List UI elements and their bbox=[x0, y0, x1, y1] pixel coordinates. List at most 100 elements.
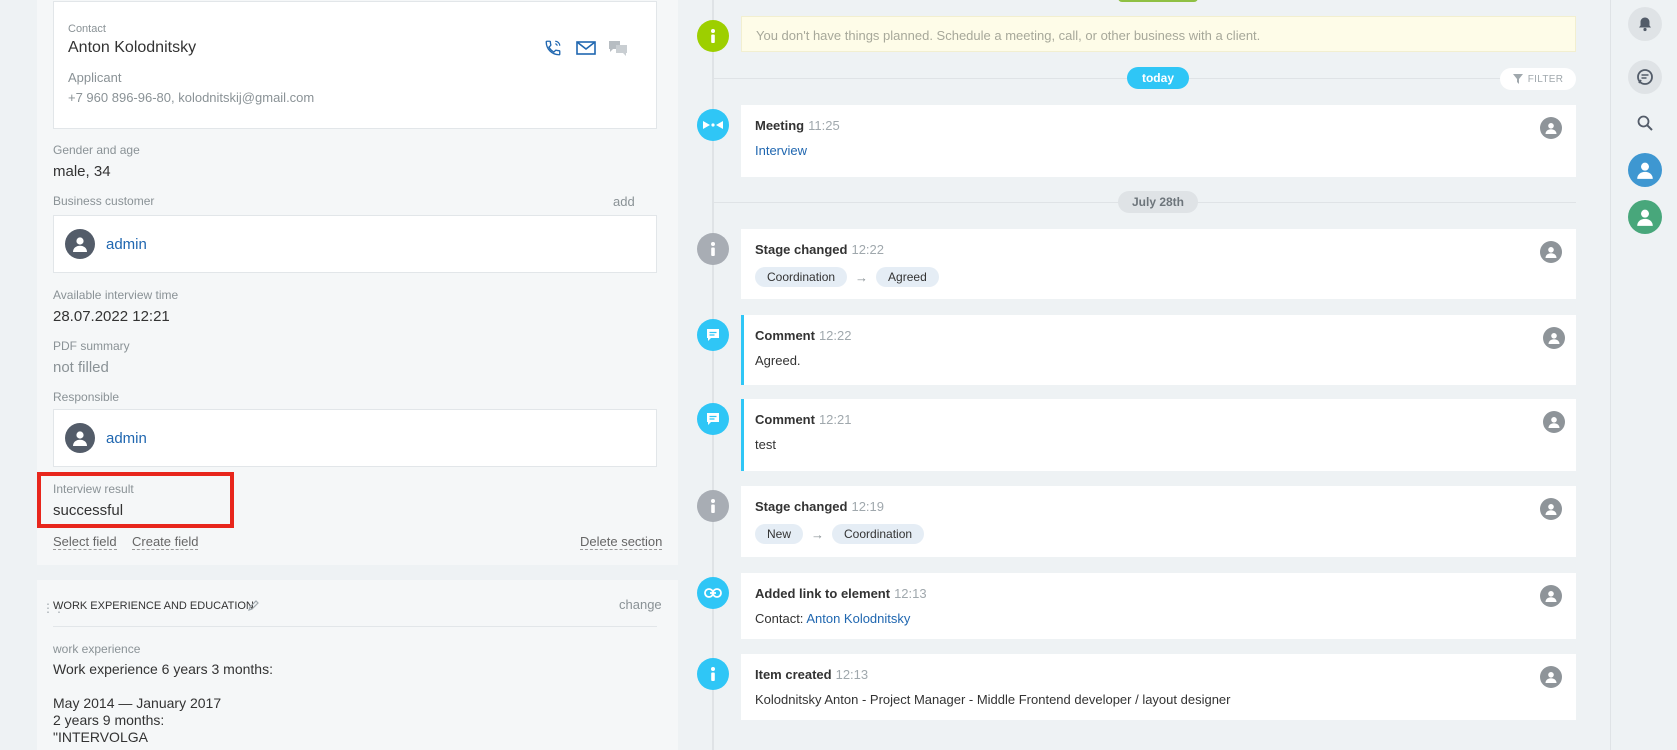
delete-section-link[interactable]: Delete section bbox=[580, 534, 663, 550]
card-title: Meeting 11:25 bbox=[755, 118, 840, 133]
today-pill: today bbox=[1127, 67, 1189, 89]
gender-value: male, 34 bbox=[53, 163, 111, 180]
author-avatar-icon[interactable] bbox=[1540, 498, 1562, 520]
stage-from: Coordination bbox=[755, 267, 848, 287]
author-avatar-icon[interactable] bbox=[1543, 411, 1565, 433]
author-avatar-icon[interactable] bbox=[1540, 585, 1562, 607]
business-customer-card: admin bbox=[53, 215, 657, 273]
contact-name[interactable]: Anton Kolodnitsky bbox=[68, 39, 196, 57]
pdf-summary-value: not filled bbox=[53, 359, 109, 376]
meeting-link[interactable]: Interview bbox=[755, 143, 807, 158]
comment-card[interactable]: Comment 12:22 Agreed. bbox=[741, 315, 1576, 385]
user-avatar-icon[interactable] bbox=[1628, 200, 1662, 234]
user-avatar-icon[interactable] bbox=[1628, 153, 1662, 187]
link-added-body: Contact: Anton Kolodnitsky bbox=[755, 611, 911, 626]
author-avatar-icon[interactable] bbox=[1540, 241, 1562, 263]
interview-result-value: successful bbox=[53, 502, 124, 519]
stage-to: Agreed bbox=[876, 267, 939, 287]
card-title: Added link to element 12:13 bbox=[755, 586, 927, 601]
card-time: 12:19 bbox=[851, 499, 885, 514]
stage-transition: New → Coordination bbox=[755, 524, 925, 544]
link-icon bbox=[697, 577, 729, 609]
stage-to: Coordination bbox=[832, 524, 925, 544]
chat-icon[interactable] bbox=[1628, 60, 1662, 94]
gender-label: Gender and age bbox=[53, 143, 140, 157]
bell-icon[interactable] bbox=[1628, 7, 1662, 41]
author-avatar-icon[interactable] bbox=[1540, 666, 1562, 688]
comment-card[interactable]: Comment 12:21 test bbox=[741, 399, 1576, 471]
work-experience-text: Work experience 6 years 3 months: May 20… bbox=[53, 661, 273, 750]
change-link[interactable]: change bbox=[619, 597, 662, 612]
phone-icon[interactable] bbox=[542, 38, 564, 58]
interview-result-label: Interview result bbox=[53, 482, 134, 496]
author-avatar-icon[interactable] bbox=[1543, 327, 1565, 349]
stage-changed-card[interactable]: Stage changed 12:22 Coordination → Agreed bbox=[741, 229, 1576, 299]
item-created-text: Kolodnitsky Anton - Project Manager - Mi… bbox=[755, 692, 1231, 707]
contact-link[interactable]: Anton Kolodnitsky bbox=[806, 611, 910, 626]
link-added-card[interactable]: Added link to element 12:13 Contact: Anto… bbox=[741, 573, 1576, 639]
entity-details-panel: Contact Anton Kolodnitsky Applicant +7 9… bbox=[37, 0, 678, 750]
work-experience-section: ⋮⋮ Work experience and education change … bbox=[37, 580, 678, 750]
card-title: Stage changed 12:19 bbox=[755, 499, 885, 514]
business-customer-user[interactable]: admin bbox=[106, 236, 147, 253]
contact-info: +7 960 896-96-80, kolodnitskij@gmail.com bbox=[68, 90, 315, 105]
date-pill: July 28th bbox=[1118, 191, 1198, 213]
stage-from: New bbox=[755, 524, 804, 544]
business-customer-add-link[interactable]: add bbox=[613, 194, 635, 209]
filter-icon bbox=[1512, 74, 1523, 84]
card-title: Comment 12:21 bbox=[755, 412, 852, 427]
stage-transition: Coordination → Agreed bbox=[755, 267, 939, 287]
pencil-icon[interactable] bbox=[248, 598, 260, 616]
info-icon bbox=[697, 658, 729, 690]
stage-changed-card[interactable]: Stage changed 12:19 New → Coordination bbox=[741, 486, 1576, 557]
card-title: Item created 12:13 bbox=[755, 667, 869, 682]
user-avatar-icon bbox=[65, 423, 95, 453]
mail-icon[interactable] bbox=[575, 38, 597, 58]
select-field-link[interactable]: Select field bbox=[53, 534, 117, 550]
arrow-icon: → bbox=[811, 526, 825, 542]
info-icon bbox=[697, 490, 729, 522]
section-divider bbox=[53, 626, 657, 627]
interview-time-value: 28.07.2022 12:21 bbox=[53, 308, 170, 325]
section-title: Work experience and education bbox=[53, 600, 254, 612]
right-sidebar bbox=[1610, 0, 1677, 750]
card-time: 12:13 bbox=[894, 586, 927, 601]
responsible-card: admin bbox=[53, 409, 657, 467]
author-avatar-icon[interactable] bbox=[1540, 117, 1562, 139]
responsible-user[interactable]: admin bbox=[106, 430, 147, 447]
no-plans-notice: You don't have things planned. Schedule … bbox=[741, 16, 1576, 52]
info-icon bbox=[697, 20, 729, 52]
card-time: 12:22 bbox=[818, 328, 852, 343]
card-title: Comment 12:22 bbox=[755, 328, 852, 343]
meeting-icon bbox=[697, 109, 729, 141]
contact-label: Contact bbox=[68, 23, 106, 35]
card-time: 12:22 bbox=[851, 242, 885, 257]
card-time: 11:25 bbox=[808, 118, 840, 133]
timeline-top-button[interactable] bbox=[1118, 0, 1198, 2]
create-field-link[interactable]: Create field bbox=[132, 534, 199, 550]
filter-button[interactable]: FILTER bbox=[1500, 68, 1576, 90]
card-time: 12:13 bbox=[835, 667, 869, 682]
business-customer-label: Business customer bbox=[53, 194, 155, 208]
item-created-card[interactable]: Item created 12:13 Kolodnitsky Anton - Pr… bbox=[741, 654, 1576, 720]
responsible-label: Responsible bbox=[53, 390, 120, 404]
pdf-summary-label: PDF summary bbox=[53, 339, 130, 353]
filter-label: FILTER bbox=[1527, 73, 1564, 85]
search-icon[interactable] bbox=[1628, 106, 1662, 140]
activity-timeline: You don't have things planned. Schedule … bbox=[678, 0, 1610, 750]
work-experience-label: work experience bbox=[53, 642, 141, 656]
details-section: Contact Anton Kolodnitsky Applicant +7 9… bbox=[37, 0, 678, 565]
meeting-card[interactable]: Meeting 11:25 Interview bbox=[741, 105, 1576, 177]
comment-icon bbox=[697, 403, 729, 435]
comment-icon bbox=[697, 319, 729, 351]
card-title: Stage changed 12:22 bbox=[755, 242, 885, 257]
chat-icon[interactable] bbox=[607, 38, 629, 58]
contact-card: Contact Anton Kolodnitsky Applicant +7 9… bbox=[53, 1, 657, 129]
contact-role: Applicant bbox=[68, 70, 122, 85]
card-time: 12:21 bbox=[818, 412, 852, 427]
user-avatar-icon bbox=[65, 229, 95, 259]
info-icon bbox=[697, 233, 729, 265]
interview-time-label: Available interview time bbox=[53, 288, 179, 302]
interview-result-highlight bbox=[37, 472, 234, 528]
comment-text: test bbox=[755, 437, 776, 452]
